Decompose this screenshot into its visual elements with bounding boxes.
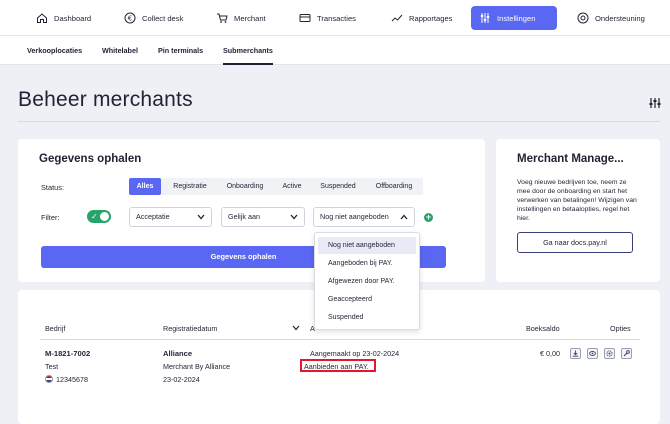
nav-item-collect-desk[interactable]: € Collect desk	[116, 6, 191, 30]
merchant-name: Test	[45, 362, 59, 371]
nav-label: Ondersteuning	[595, 13, 645, 23]
svg-text:€: €	[128, 15, 132, 23]
filter-value-select[interactable]: Nog niet aangeboden	[313, 207, 415, 227]
nav-label: Dashboard	[54, 13, 92, 23]
highlight-box	[300, 359, 376, 372]
chevron-down-icon	[197, 214, 205, 220]
registration-date: 23-02-2024	[163, 375, 200, 384]
top-navigation: Dashboard € Collect desk Merchant Transa…	[0, 0, 670, 36]
status-tab-active[interactable]: Active	[276, 178, 308, 195]
balance-value: € 0,00	[540, 349, 560, 358]
chevron-up-icon	[400, 214, 408, 220]
add-filter-button[interactable]: +	[424, 213, 433, 222]
fetch-panel-title: Gegevens ophalen	[39, 153, 142, 165]
column-header-company[interactable]: Bedrijf	[45, 324, 65, 333]
filter-operator-value: Gelijk aan	[228, 212, 260, 221]
nav-label: Collect desk	[142, 13, 184, 23]
nav-label: Transacties	[317, 13, 356, 23]
download-icon[interactable]	[570, 348, 581, 359]
nav-item-ondersteuning[interactable]: Ondersteuning	[569, 6, 653, 30]
support-icon	[577, 12, 589, 24]
status-tab-onboarding[interactable]: Onboarding	[220, 178, 270, 195]
dropdown-option[interactable]: Aangeboden bij PAY.	[318, 255, 416, 272]
nav-label: Merchant	[234, 13, 266, 23]
company-subtitle: Merchant By Alliance	[163, 362, 231, 371]
sliders-icon	[480, 13, 490, 23]
wrench-icon[interactable]	[621, 348, 632, 359]
card-icon	[299, 14, 311, 22]
dropdown-option[interactable]: Geaccepteerd	[318, 291, 416, 308]
check-icon: ✓	[91, 212, 98, 221]
nav-label: Rapportages	[409, 13, 453, 23]
settings-gear-icon[interactable]	[604, 348, 615, 359]
netherlands-flag-icon	[45, 375, 53, 383]
chevron-down-icon	[290, 214, 298, 220]
filter-field-value: Acceptatie	[136, 212, 170, 221]
filter-value-dropdown: Nog niet aangeboden Aangeboden bij PAY. …	[314, 232, 420, 330]
docs-link-button[interactable]: Ga naar docs.pay.nl	[517, 232, 633, 253]
filter-operator-select[interactable]: Gelijk aan	[221, 207, 305, 227]
nav-item-merchant[interactable]: Merchant	[208, 6, 274, 30]
column-header-date[interactable]: Registratiedatum	[163, 324, 217, 333]
home-icon	[37, 13, 47, 23]
euro-icon: €	[124, 12, 136, 24]
toggle-knob	[100, 212, 109, 221]
sub-navigation: Verkooplocaties Whitelabel Pin terminals…	[0, 36, 670, 65]
nav-item-dashboard[interactable]: Dashboard	[28, 6, 99, 30]
column-header-balance: Boeksaldo	[526, 324, 560, 333]
merchant-id[interactable]: M-1821-7002	[45, 349, 90, 358]
status-tab-alles[interactable]: Alles	[129, 178, 161, 195]
status-tab-offboarding[interactable]: Offboarding	[368, 178, 420, 195]
subnav-item-whitelabel[interactable]: Whitelabel	[102, 46, 138, 55]
merchant-manager-title: Merchant Manage...	[517, 153, 624, 165]
merchant-manager-text: Voeg nieuwe bedrijven toe, neem ze mee d…	[517, 179, 637, 222]
table-header-divider	[40, 339, 640, 340]
company-name: Alliance	[163, 349, 193, 358]
sort-chevron-icon[interactable]	[292, 325, 300, 331]
dropdown-option[interactable]: Afgewezen door PAY.	[318, 273, 416, 290]
filter-field-select[interactable]: Acceptatie	[129, 207, 212, 227]
status-tab-registratie[interactable]: Registratie	[165, 178, 215, 195]
merchant-phone: 12345678	[56, 375, 88, 384]
chart-icon	[391, 14, 403, 22]
dropdown-option[interactable]: Suspended	[318, 309, 416, 326]
nav-label: Instellingen	[497, 13, 536, 23]
title-divider	[18, 121, 660, 122]
subnav-item-submerchants[interactable]: Submerchants	[223, 46, 273, 65]
settings-sliders-icon[interactable]	[648, 96, 662, 110]
status-tab-suspended[interactable]: Suspended	[315, 178, 361, 195]
filter-toggle[interactable]: ✓	[87, 210, 111, 223]
view-icon[interactable]	[587, 348, 598, 359]
page-title: Beheer merchants	[18, 88, 193, 111]
status-label: Status:	[41, 183, 65, 192]
nav-item-transacties[interactable]: Transacties	[291, 6, 364, 30]
status-created: Aangemaakt op 23-02-2024	[310, 349, 400, 358]
subnav-item-pin-terminals[interactable]: Pin terminals	[158, 46, 203, 55]
nav-item-instellingen[interactable]: Instellingen	[471, 6, 557, 30]
column-header-options: Opties	[610, 324, 631, 333]
cart-icon	[217, 13, 228, 23]
filter-value-value: Nog niet aangeboden	[320, 212, 389, 221]
dropdown-option[interactable]: Nog niet aangeboden	[318, 237, 416, 254]
nav-item-rapportages[interactable]: Rapportages	[383, 6, 460, 30]
subnav-item-verkooplocaties[interactable]: Verkooplocaties	[27, 46, 82, 55]
filter-label: Filter:	[41, 213, 60, 222]
